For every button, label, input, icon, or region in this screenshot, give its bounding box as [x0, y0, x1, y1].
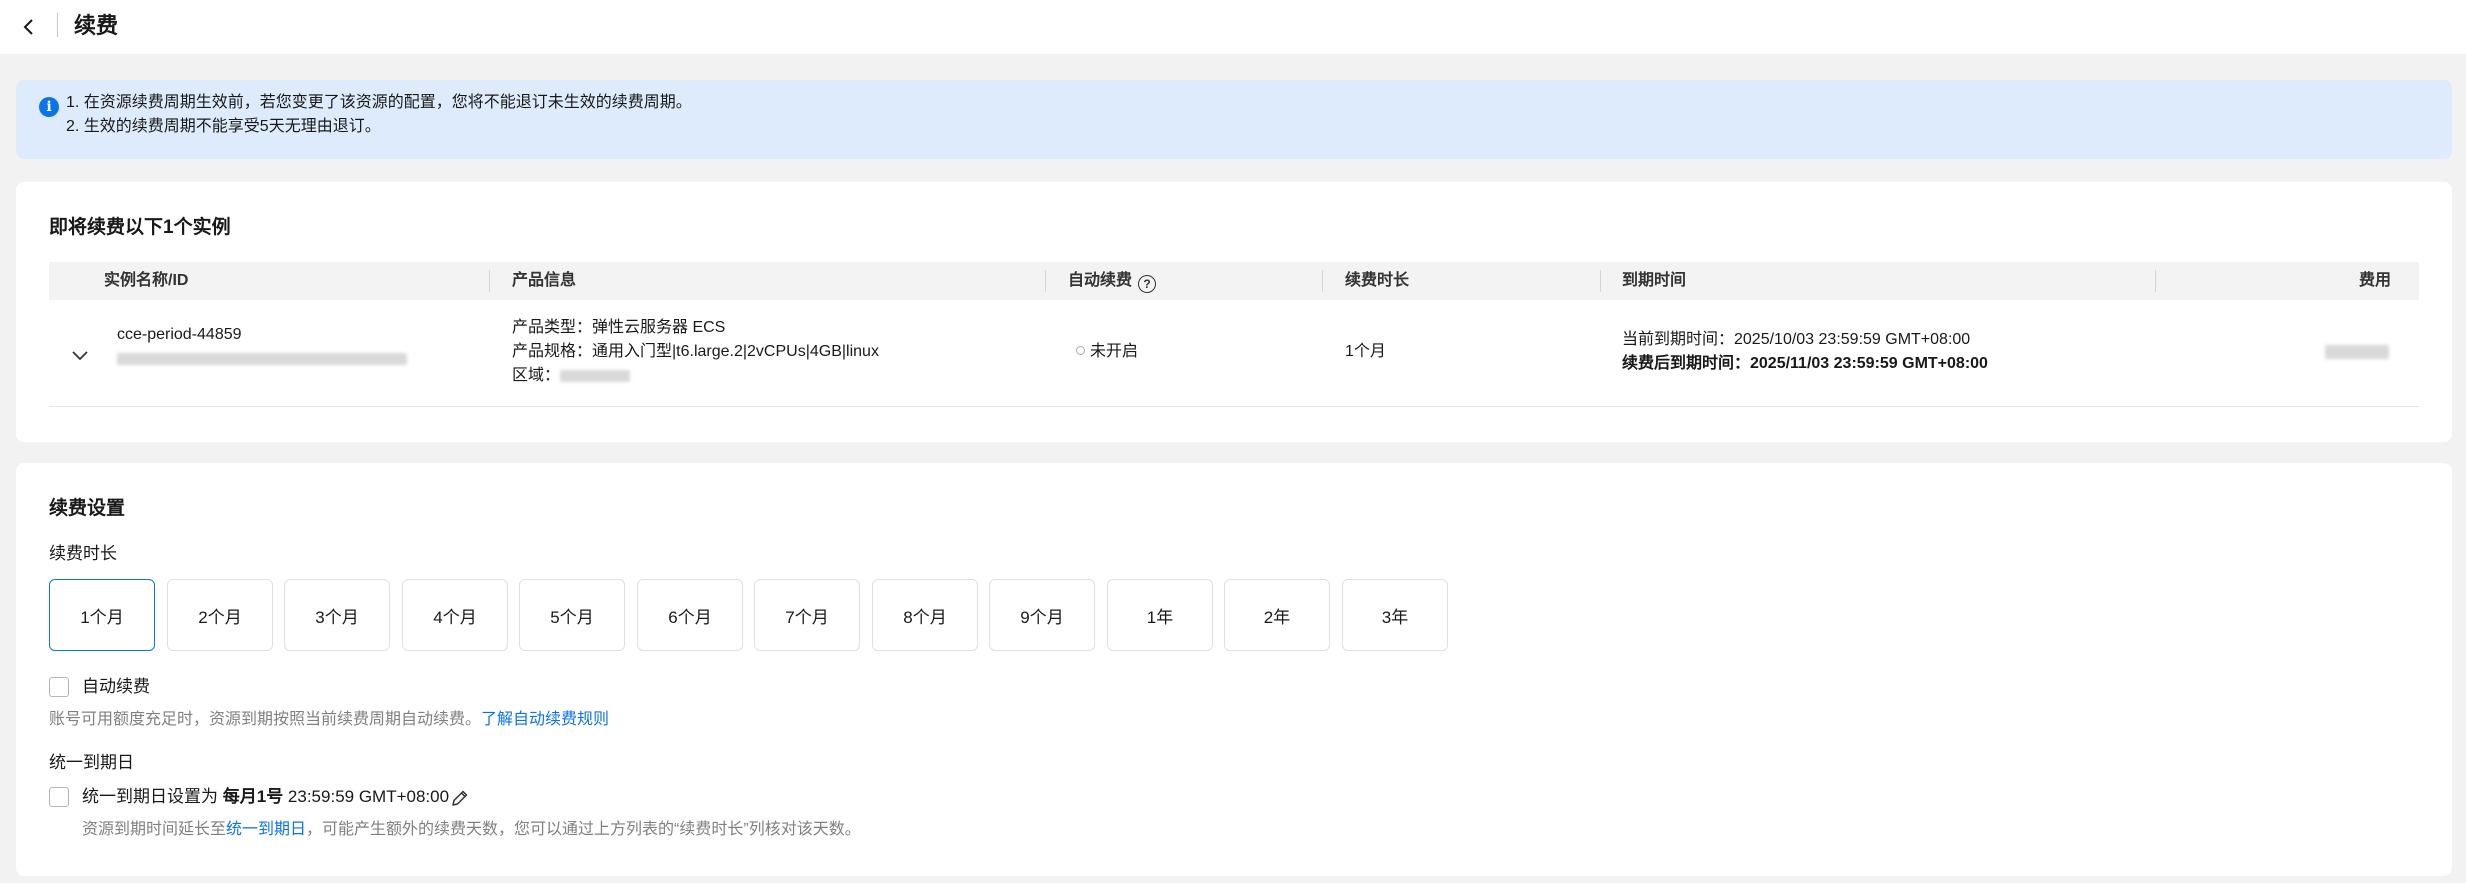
duration-option-5-months[interactable]: 5个月 — [519, 579, 625, 651]
duration-option-1-year[interactable]: 1年 — [1107, 579, 1213, 651]
product-spec: 产品规格：通用入门型|t6.large.2|2vCPUs|4GB|linux — [512, 343, 879, 360]
auto-renew-status-text: 未开启 — [1090, 343, 1139, 360]
title-divider — [57, 13, 58, 37]
auto-renew-checkbox[interactable] — [49, 677, 69, 697]
unify-expiry-checkbox[interactable] — [49, 787, 69, 807]
chevron-left-icon — [23, 19, 33, 35]
product-type: 产品类型：弹性云服务器 ECS — [512, 319, 726, 336]
duration-label: 续费时长 — [49, 544, 117, 563]
auto-renew-hint-text: 账号可用额度充足时，资源到期按照当前续费周期自动续费。 — [49, 711, 482, 728]
duration-option-1-month[interactable]: 1个月 — [49, 579, 155, 651]
col-auto-renew-label: 自动续费 — [1068, 272, 1133, 289]
edit-icon[interactable] — [450, 788, 470, 808]
settings-title: 续费设置 — [49, 498, 126, 519]
table-row: cce-period-44859 产品类型：弹性云服务器 ECS 产品规格：通用… — [49, 300, 2419, 407]
instances-title: 即将续费以下1个实例 — [49, 217, 231, 238]
expand-row-button[interactable] — [69, 344, 91, 366]
col-divider — [1322, 270, 1323, 292]
notice-banner: i 1. 在资源续费周期生效前，若您变更了该资源的配置，您将不能退订未生效的续费… — [16, 80, 2452, 159]
top-bar: 续费 — [0, 0, 2466, 54]
unify-expiry-link[interactable]: 统一到期日 — [226, 821, 306, 838]
duration-value: 1个月 — [1345, 343, 1386, 360]
duration-option-8-months[interactable]: 8个月 — [872, 579, 978, 651]
notice-line-1: 1. 在资源续费周期生效前，若您变更了该资源的配置，您将不能退订未生效的续费周期… — [66, 94, 692, 111]
duration-option-9-months[interactable]: 9个月 — [989, 579, 1095, 651]
duration-option-4-months[interactable]: 4个月 — [402, 579, 508, 651]
duration-option-3-years[interactable]: 3年 — [1342, 579, 1448, 651]
product-region: 区域： — [512, 364, 631, 388]
unify-expiry-day: 每月1号 — [222, 787, 284, 806]
unify-hint-suffix: ，可能产生额外的续费天数，您可以通过上方列表的“续费时长”列核对该天数。 — [306, 821, 861, 838]
col-divider — [1045, 270, 1046, 292]
page-title: 续费 — [74, 13, 119, 38]
col-auto-renew: 自动续费? — [1068, 262, 1157, 300]
fee-redacted — [2325, 340, 2389, 364]
region-label: 区域： — [512, 367, 561, 384]
unify-expiry-prefix: 统一到期日设置为 — [82, 787, 223, 806]
renewed-expiry: 续费后到期时间：2025/11/03 23:59:59 GMT+08:00 — [1622, 355, 1988, 372]
duration-option-6-months[interactable]: 6个月 — [637, 579, 743, 651]
col-divider — [2155, 270, 2156, 292]
auto-renew-hint: 账号可用额度充足时，资源到期按照当前续费周期自动续费。了解自动续费规则 — [49, 709, 609, 731]
auto-renew-status: 未开启 — [1076, 340, 1138, 364]
col-instance-name: 实例名称/ID — [104, 272, 189, 289]
renew-settings-card: 续费设置 续费时长 1个月 2个月 3个月 4个月 5个月 6个月 7个月 8个… — [16, 463, 2452, 876]
col-fee: 费用 — [2358, 272, 2391, 289]
status-dot-icon — [1076, 346, 1085, 355]
help-icon[interactable]: ? — [1138, 275, 1157, 293]
unify-expiry-title: 统一到期日 — [49, 753, 134, 772]
duration-option-2-months[interactable]: 2个月 — [167, 579, 273, 651]
col-duration: 续费时长 — [1345, 272, 1410, 289]
current-expiry: 当前到期时间：2025/10/03 23:59:59 GMT+08:00 — [1622, 331, 1971, 348]
unify-expiry-label: 统一到期日设置为 每月1号 23:59:59 GMT+08:00 — [82, 785, 449, 809]
duration-option-2-years[interactable]: 2年 — [1224, 579, 1330, 651]
info-icon: i — [39, 97, 59, 117]
auto-renew-rules-link[interactable]: 了解自动续费规则 — [481, 711, 609, 728]
col-product-info: 产品信息 — [512, 272, 577, 289]
unify-expiry-time: 23:59:59 GMT+08:00 — [283, 787, 450, 806]
unify-hint-prefix: 资源到期时间延长至 — [82, 821, 227, 838]
table-header: 实例名称/ID 产品信息 自动续费? 续费时长 到期时间 费用 — [49, 262, 2419, 300]
col-expiry: 到期时间 — [1622, 272, 1687, 289]
col-divider — [1600, 270, 1601, 292]
notice-line-2: 2. 生效的续费周期不能享受5天无理由退订。 — [66, 118, 381, 135]
duration-option-3-months[interactable]: 3个月 — [284, 579, 390, 651]
unify-expiry-hint: 资源到期时间延长至统一到期日，可能产生额外的续费天数，您可以通过上方列表的“续费… — [82, 819, 861, 841]
duration-option-7-months[interactable]: 7个月 — [754, 579, 860, 651]
instance-name: cce-period-44859 — [117, 326, 242, 343]
region-value-redacted — [560, 369, 631, 382]
instances-card: 即将续费以下1个实例 实例名称/ID 产品信息 自动续费? 续费时长 到期时间 … — [16, 182, 2452, 442]
auto-renew-label: 自动续费 — [82, 677, 150, 696]
col-divider — [489, 270, 490, 292]
back-button[interactable] — [14, 12, 44, 42]
instance-id-redacted — [117, 347, 407, 371]
chevron-down-icon — [72, 351, 88, 361]
